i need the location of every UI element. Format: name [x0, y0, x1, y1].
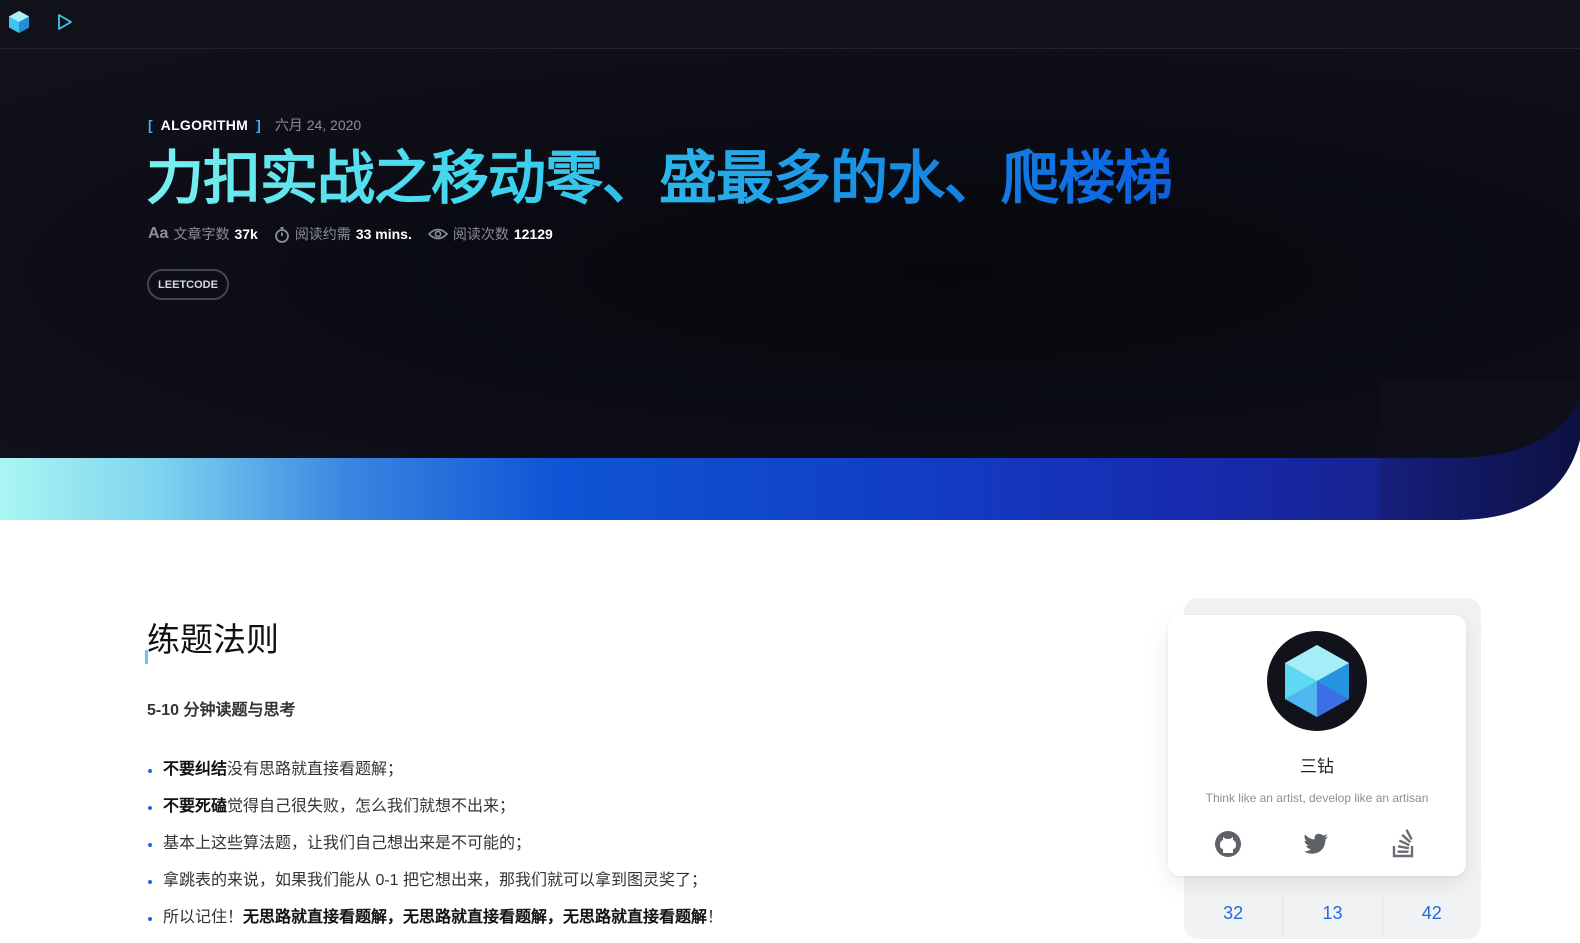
tag-leetcode[interactable]: LEETCODE — [147, 269, 229, 300]
list-item: 所以记住！无思路就直接看题解，无思路就直接看题解，无思路就直接看题解！ — [147, 906, 723, 943]
profile-counts: 32 13 42 — [1184, 895, 1481, 939]
stackoverflow-icon[interactable] — [1388, 829, 1418, 859]
word-count-stat: Aa 文章字数 37k — [148, 224, 258, 244]
avatar-cube-icon — [1285, 645, 1349, 717]
category-link[interactable]: ALGORITHM — [161, 117, 248, 133]
posts-count[interactable]: 32 — [1184, 895, 1284, 939]
author-motto: Think like an artist, develop like an ar… — [1205, 791, 1429, 805]
top-navbar — [0, 0, 1580, 49]
post-meta: [ ALGORITHM ] 六月 24, 2020 — [148, 115, 361, 135]
list-item-text: 觉得自己很失败，怎么我们就想不出来； — [227, 798, 516, 815]
eye-icon — [427, 228, 448, 240]
author-name: 三钻 — [1300, 757, 1334, 776]
list-item: 基本上这些算法题，让我们自己想出来是不可能的； — [147, 832, 723, 869]
views-value: 12129 — [513, 226, 553, 242]
post-date: 六月 24, 2020 — [274, 117, 362, 133]
list-item-suffix: ！ — [707, 909, 724, 926]
post-stats: Aa 文章字数 37k 阅读约需 33 mins. 阅读次数 12129 — [148, 224, 569, 244]
category-bracket-left: [ — [148, 117, 153, 133]
list-item-bold: 不要纠结 — [163, 761, 228, 778]
site-logo-icon[interactable] — [8, 10, 30, 34]
list-item: 不要纠结没有思路就直接看题解； — [147, 758, 723, 795]
word-count-label: 文章字数 — [173, 226, 230, 242]
section-heading: 练题法则 — [145, 620, 1047, 664]
list-item-bold: 不要死磕 — [163, 798, 228, 815]
read-time-value: 33 mins. — [355, 226, 412, 242]
section-heading-text: 练题法则 — [147, 621, 279, 658]
rules-list: 不要纠结没有思路就直接看题解； 不要死磕觉得自己很失败，怎么我们就想不出来； 基… — [147, 758, 723, 943]
list-item-text: 拿跳表的来说，如果我们能从 0-1 把它想出来，那我们就可以拿到图灵奖了； — [163, 872, 708, 889]
list-item-bold: 无思路就直接看题解，无思路就直接看题解，无思路就直接看题解 — [243, 909, 708, 926]
hero-gradient-band — [0, 458, 1580, 520]
list-item-text: 没有思路就直接看题解； — [227, 761, 404, 778]
read-time-stat: 阅读约需 33 mins. — [274, 224, 412, 244]
read-time-label: 阅读约需 — [294, 226, 351, 242]
views-label: 阅读次数 — [452, 226, 509, 242]
avatar[interactable] — [1267, 631, 1367, 731]
font-aa-icon: Aa — [148, 225, 169, 242]
list-item: 拿跳表的来说，如果我们能从 0-1 把它想出来，那我们就可以拿到图灵奖了； — [147, 869, 723, 906]
views-stat: 阅读次数 12129 — [427, 224, 553, 244]
hero-curve-decoration — [1380, 380, 1580, 522]
post-hero: [ ALGORITHM ] 六月 24, 2020 力扣实战之移动零、盛最多的水… — [0, 48, 1580, 458]
list-item-prefix: 所以记住！ — [163, 909, 244, 926]
twitter-icon[interactable] — [1301, 829, 1331, 859]
word-count-value: 37k — [234, 226, 258, 242]
category-bracket-right: ] — [256, 117, 261, 133]
tags-count[interactable]: 42 — [1383, 895, 1481, 939]
github-icon[interactable] — [1213, 829, 1243, 859]
profile-card: 三钻 Think like an artist, develop like an… — [1168, 615, 1466, 876]
list-item: 不要死磕觉得自己很失败，怎么我们就想不出来； — [147, 795, 723, 832]
section-subheading: 5-10 分钟读题与思考 — [147, 702, 296, 719]
stopwatch-icon — [274, 226, 289, 243]
play-icon[interactable] — [56, 12, 74, 32]
article-body: 练题法则 5-10 分钟读题与思考 不要纠结没有思路就直接看题解； 不要死磕觉得… — [145, 620, 1047, 926]
heading-marker — [145, 650, 148, 664]
categories-count[interactable]: 13 — [1283, 895, 1383, 939]
post-title: 力扣实战之移动零、盛最多的水、爬楼梯 — [146, 143, 1173, 215]
list-item-text: 基本上这些算法题，让我们自己想出来是不可能的； — [163, 835, 532, 852]
